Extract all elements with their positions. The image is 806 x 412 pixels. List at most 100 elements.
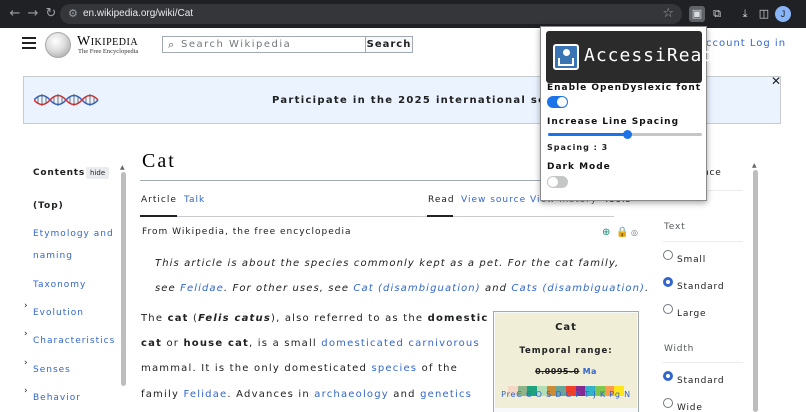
toc-item-etymology-cont[interactable]: naming: [33, 251, 73, 261]
toc-item-taxonomy[interactable]: Taxonomy: [33, 280, 86, 290]
forward-icon[interactable]: →: [26, 7, 40, 21]
link-domesticated[interactable]: domesticated: [321, 338, 404, 349]
text-standard-radio[interactable]: [663, 277, 673, 287]
accessiread-extension-icon[interactable]: ▣: [689, 6, 705, 22]
reload-icon[interactable]: ↻: [44, 7, 58, 21]
dna-icon: [34, 94, 99, 106]
link-cats-disambiguation[interactable]: Cats (disambiguation): [511, 283, 645, 294]
star-icon[interactable]: ☆: [662, 6, 674, 22]
search-box[interactable]: ⌕ Search Wikipedia Search: [162, 36, 413, 53]
toc-item-characteristics[interactable]: Characteristics: [33, 336, 115, 346]
hatnote-line-1: This article is about the species common…: [155, 258, 620, 269]
opendyslexic-toggle[interactable]: [547, 96, 568, 108]
infobox: Cat Temporal range: 0.0095–0 Ma PreЄ Є O…: [493, 311, 639, 412]
split-view-icon[interactable]: ◫: [756, 6, 772, 22]
extensions-puzzle-icon[interactable]: ⧉: [709, 6, 725, 22]
temporal-range-value: 0.0095–0 Ma: [535, 367, 597, 376]
chevron-right-icon[interactable]: ›: [24, 301, 28, 311]
link-felidae-body[interactable]: Felidae: [183, 389, 227, 400]
search-button[interactable]: Search: [365, 37, 412, 52]
wikipedia-globe-logo[interactable]: [45, 32, 71, 58]
tab-article[interactable]: Article: [141, 195, 177, 205]
body-line-4: family Felidae. Advances in archaeology …: [141, 389, 473, 400]
width-wide-radio[interactable]: [663, 398, 673, 408]
link-archaeology[interactable]: archaeology: [314, 389, 389, 400]
link-felidae[interactable]: Felidae: [180, 283, 224, 294]
site-subtitle: From Wikipedia, the free encyclopedia: [142, 227, 352, 237]
scroll-up-icon[interactable]: ▲: [752, 162, 757, 169]
font-toggle-label: Enable OpenDyslexic font: [547, 83, 702, 93]
link-carnivorous[interactable]: carnivorous: [408, 338, 479, 349]
link-genetics[interactable]: genetics: [420, 389, 472, 400]
main-menu-icon[interactable]: [22, 37, 36, 49]
dark-mode-label: Dark Mode: [547, 162, 611, 172]
address-bar[interactable]: ⚙ en.wikipedia.org/wiki/Cat ☆: [60, 4, 682, 24]
body-line-1: The cat (Felis catus), also referred to …: [141, 313, 489, 324]
text-divider: [663, 241, 743, 242]
toc-item-top[interactable]: (Top): [33, 201, 64, 211]
toc-item-senses[interactable]: Senses: [33, 365, 71, 375]
link-ma[interactable]: Ma: [583, 367, 597, 376]
width-standard-radio[interactable]: [663, 371, 673, 381]
browser-toolbar: ← → ↻ ⚙ en.wikipedia.org/wiki/Cat ☆ ▣ ⧉ …: [0, 0, 806, 28]
close-icon[interactable]: ✕: [771, 74, 781, 88]
text-small-label[interactable]: Small: [677, 255, 706, 265]
text-size-heading: Text: [664, 222, 686, 232]
body-line-3: mammal. It is the only domesticated spec…: [141, 363, 459, 374]
chevron-right-icon[interactable]: ›: [24, 329, 28, 339]
toc-item-behavior[interactable]: Behavior: [33, 393, 81, 403]
text-large-label[interactable]: Large: [677, 309, 706, 319]
width-wide-label[interactable]: Wide: [677, 403, 703, 412]
appearance-scrollbar[interactable]: [753, 170, 758, 412]
toc-hide-button[interactable]: hide: [86, 167, 110, 179]
back-icon[interactable]: ←: [8, 7, 22, 21]
toc-heading: Contents: [33, 168, 86, 178]
line-spacing-handle[interactable]: [623, 130, 632, 139]
temporal-range-label: Temporal range:: [519, 346, 613, 356]
search-input[interactable]: Search Wikipedia: [181, 39, 291, 51]
line-spacing-slider[interactable]: [548, 130, 702, 139]
hatnote-line-2: see Felidae. For other uses, see Cat (di…: [155, 283, 650, 294]
line-spacing-fill: [548, 133, 627, 136]
tune-icon[interactable]: ⚙: [68, 7, 82, 21]
width-standard-label[interactable]: Standard: [677, 376, 724, 386]
width-divider: [663, 362, 743, 363]
page-title: Cat: [142, 150, 176, 172]
accessiread-logo: AccessiRead: [546, 31, 713, 83]
spacing-label: Increase Line Spacing: [547, 117, 680, 127]
link-species[interactable]: species: [371, 363, 417, 374]
infobox-title: Cat: [555, 322, 577, 333]
scroll-up-icon[interactable]: ▲: [120, 164, 125, 171]
accessiread-title: AccessiRead: [584, 45, 715, 66]
listen-icon[interactable]: ◎: [631, 228, 638, 238]
wikipedia-tagline: The Free Encyclopedia: [78, 48, 139, 55]
good-article-icon[interactable]: ⊕: [602, 228, 610, 238]
chevron-right-icon[interactable]: ›: [24, 386, 28, 396]
link-cat-disambiguation[interactable]: Cat (disambiguation): [353, 283, 480, 294]
dark-mode-toggle[interactable]: [547, 176, 568, 188]
lock-icon[interactable]: 🔒: [616, 228, 628, 238]
body-line-2: cat or house cat, is a small domesticate…: [141, 338, 480, 349]
tab-read-underline: [427, 215, 453, 217]
download-icon[interactable]: ⤓: [737, 6, 753, 22]
toc-scrollbar[interactable]: [121, 172, 126, 386]
chevron-right-icon[interactable]: ›: [24, 358, 28, 368]
url-text[interactable]: en.wikipedia.org/wiki/Cat: [83, 7, 193, 21]
accessiread-popup: AccessiRead Enable OpenDyslexic font Inc…: [540, 26, 713, 201]
tab-view-source[interactable]: View source: [461, 195, 526, 205]
profile-avatar[interactable]: J: [775, 6, 791, 22]
spacing-value: Spacing : 3: [547, 143, 609, 152]
toc-item-evolution[interactable]: Evolution: [33, 308, 84, 318]
tab-talk[interactable]: Talk: [184, 195, 205, 205]
tabs-divider: [140, 216, 614, 217]
text-small-radio[interactable]: [663, 250, 673, 260]
reader-book-icon: [553, 44, 579, 70]
tab-read[interactable]: Read: [428, 195, 455, 205]
account-links[interactable]: ccount Log in: [706, 38, 786, 49]
text-large-radio[interactable]: [663, 304, 673, 314]
geologic-era-links[interactable]: PreЄ Є O S D C P T J K Pg N: [494, 390, 638, 399]
search-icon: ⌕: [168, 38, 175, 51]
tab-article-underline: [140, 215, 177, 217]
text-standard-label[interactable]: Standard: [677, 282, 724, 292]
toc-item-etymology[interactable]: Etymology and: [33, 229, 114, 239]
